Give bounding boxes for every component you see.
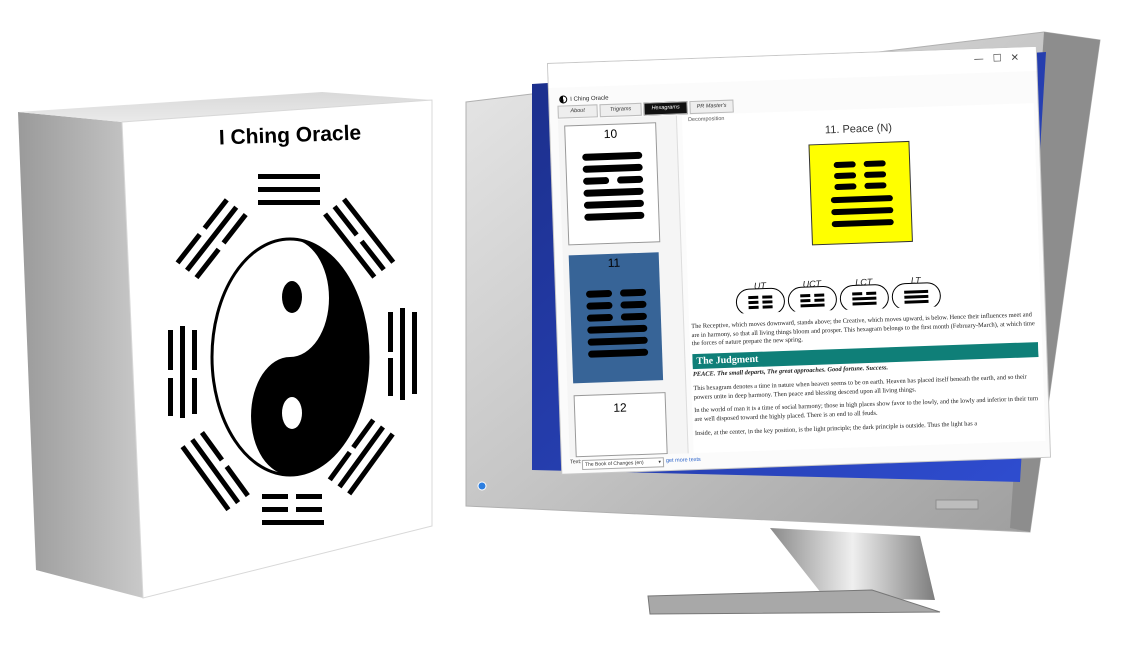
maximize-button[interactable]: ☐ xyxy=(993,53,1011,65)
hexagram-list[interactable]: 10 11 12 xyxy=(557,115,689,458)
tab-trigrams[interactable]: Trigrams xyxy=(599,102,642,118)
app-window: —☐✕ I Ching Oracle About Trigrams Hexagr… xyxy=(548,46,1051,474)
trigram-label-ut: UT xyxy=(753,280,767,291)
hexagram-detail: Decomposition 11. Peace (N) UT UCT LCT L… xyxy=(681,103,1046,454)
box-side xyxy=(18,112,143,598)
hexagram-11-icon xyxy=(586,288,649,358)
window-controls: —☐✕ xyxy=(974,52,1029,65)
trigram-label-lct: LCT xyxy=(855,276,873,288)
speaker-grill xyxy=(935,499,979,510)
trigram-label-uct: UCT xyxy=(802,278,822,290)
tab-about[interactable]: About xyxy=(557,104,598,119)
yin-yang-icon xyxy=(559,95,568,104)
hexagram-card-selected[interactable]: 11 xyxy=(568,252,664,384)
hexagram-10-icon xyxy=(582,151,645,221)
app-title-text: I Ching Oracle xyxy=(570,95,609,103)
monitor-screen: —☐✕ I Ching Oracle About Trigrams Hexagr… xyxy=(548,46,1051,474)
trigram-label-lt: LT xyxy=(910,275,921,286)
power-button xyxy=(477,481,487,491)
hexagram-card[interactable]: 10 xyxy=(564,122,661,246)
hexagram-number: 12 xyxy=(613,400,627,415)
tab-hexagrams[interactable]: Hexagrams xyxy=(643,101,688,116)
monitor-stand-neck xyxy=(770,528,935,600)
app-title: I Ching Oracle xyxy=(559,94,609,104)
hexagram-card[interactable]: 12 xyxy=(573,392,668,458)
selected-text: The Book of Changes (en) xyxy=(584,459,644,468)
get-more-texts-link[interactable]: get more texts xyxy=(666,457,701,464)
hexagram-text[interactable]: The Receptive, which moves downward, sta… xyxy=(691,309,1041,453)
close-button[interactable]: ✕ xyxy=(1011,52,1029,64)
product-shot: I Ching Oracle —☐✕ I Ching Oracle About … xyxy=(0,0,1145,664)
minimize-button[interactable]: — xyxy=(974,53,993,65)
chevron-down-icon: ▾ xyxy=(658,459,662,466)
text-label: Text: xyxy=(569,459,582,466)
tab-pr-masters[interactable]: PR Master's xyxy=(689,99,734,115)
yin-yang-icon xyxy=(210,237,370,477)
text-source-select[interactable]: The Book of Changes (en) ▾ xyxy=(581,457,665,471)
